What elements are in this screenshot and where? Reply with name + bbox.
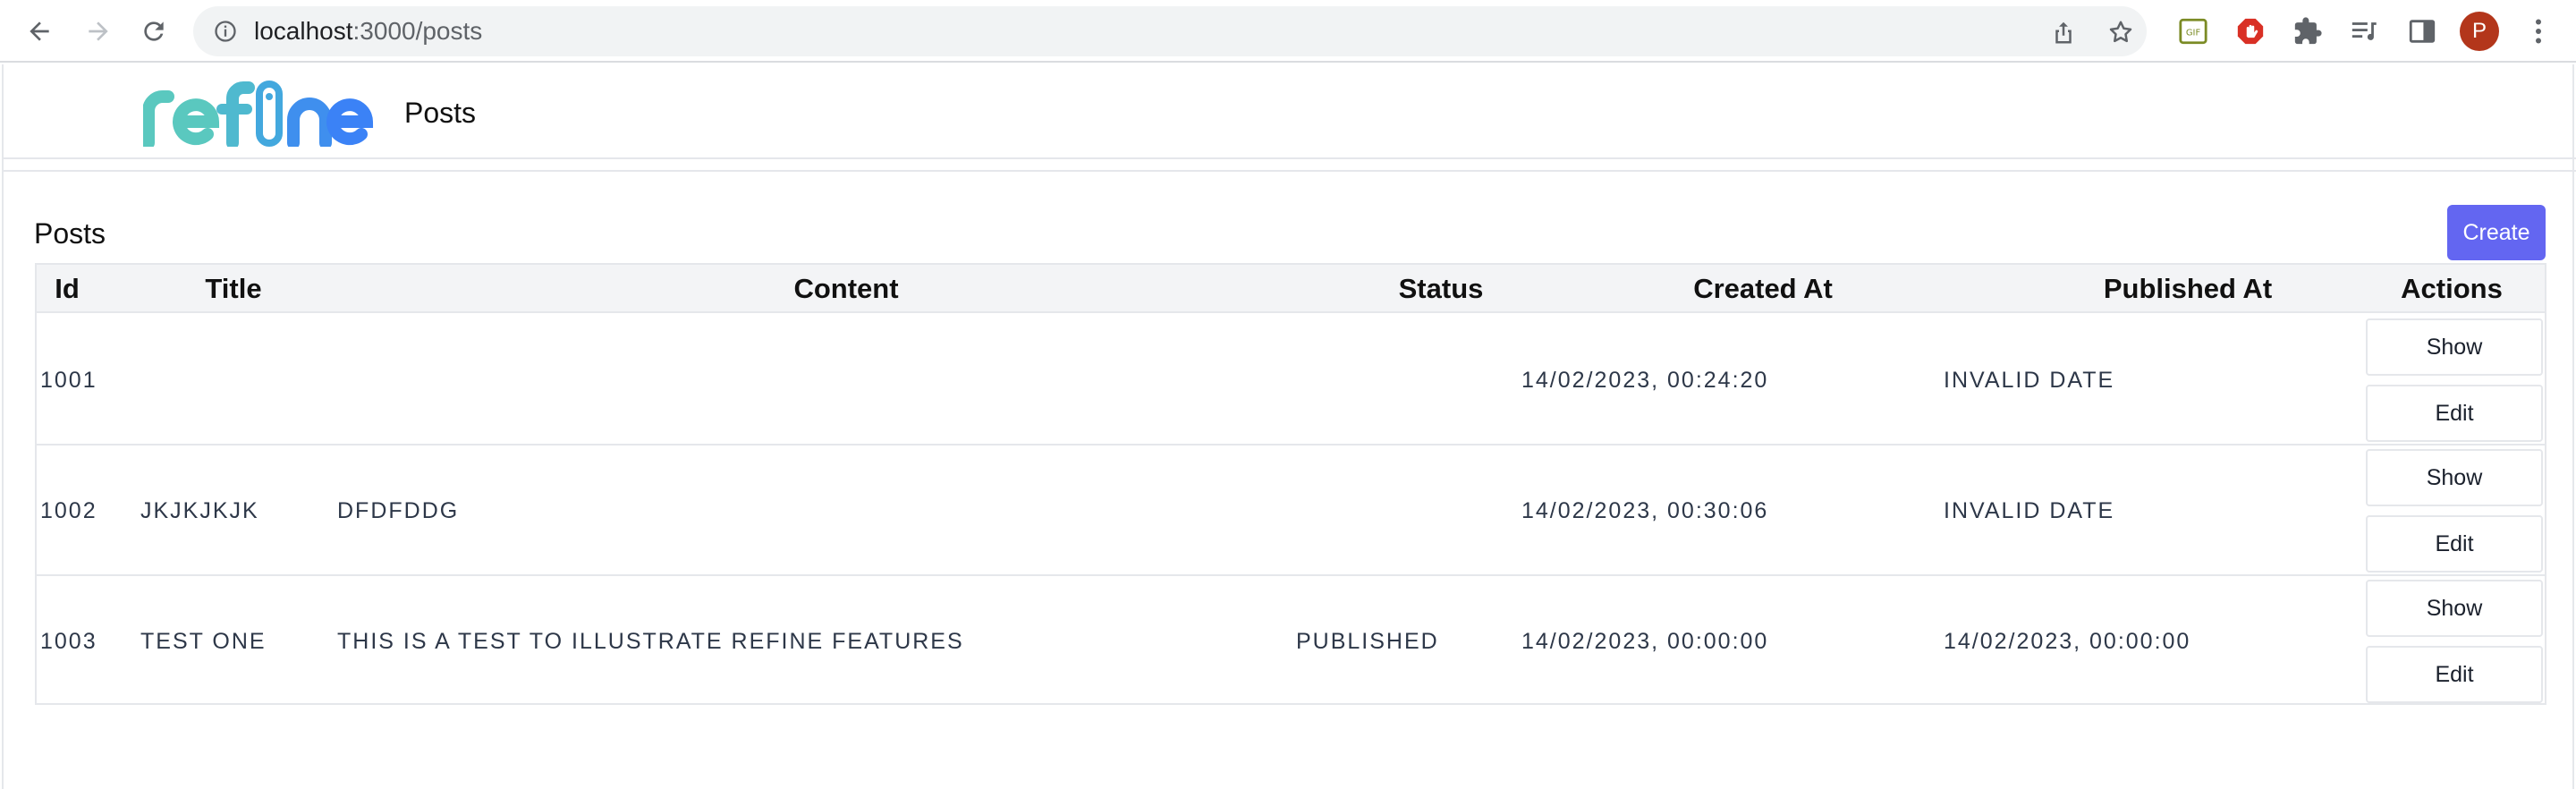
create-button[interactable]: Create [2447, 205, 2546, 260]
reload-icon[interactable] [136, 13, 172, 49]
address-bar[interactable]: localhost:3000/posts [193, 6, 2147, 56]
app-frame: Posts Posts Create Id Title Content Stat… [2, 64, 2576, 789]
show-button[interactable]: Show [2366, 449, 2543, 506]
column-header-id: Id [55, 273, 80, 304]
side-panel-icon[interactable] [2406, 15, 2438, 47]
cell-created-at: 14/02/2023, 00:30:06 [1521, 498, 1769, 523]
cell-created-at: 14/02/2023, 00:24:20 [1521, 368, 1769, 393]
column-header-created-at: Created At [1693, 273, 1833, 304]
table-row: 1001 14/02/2023, 00:24:20 INVALID DATE S… [37, 315, 2545, 445]
media-control-icon[interactable] [2349, 15, 2381, 47]
cell-published-at: INVALID DATE [1944, 368, 2115, 393]
column-header-content: Content [793, 273, 899, 304]
list-title: Posts [34, 217, 106, 250]
url-host: localhost [254, 17, 353, 45]
table-header: Id Title Content Status Created At Publi… [37, 265, 2545, 313]
star-icon[interactable] [2107, 19, 2134, 46]
column-header-actions: Actions [2401, 273, 2503, 304]
edit-button[interactable]: Edit [2366, 515, 2543, 573]
cell-published-at: INVALID DATE [1944, 498, 2115, 523]
browser-toolbar: localhost:3000/posts GIF P [0, 0, 2576, 63]
column-header-status: Status [1398, 273, 1484, 304]
cell-id: 1002 [40, 498, 97, 523]
share-icon[interactable] [2050, 19, 2077, 46]
app-header: Posts [4, 64, 2576, 159]
edit-button[interactable]: Edit [2366, 385, 2543, 442]
page-title: Posts [404, 97, 477, 129]
back-arrow-icon[interactable] [21, 13, 57, 49]
column-header-published-at: Published At [2103, 273, 2273, 304]
cell-created-at: 14/02/2023, 00:00:00 [1521, 629, 1769, 654]
profile-avatar[interactable]: P [2460, 12, 2499, 51]
cell-title: TEST ONE [140, 629, 267, 654]
header-divider [4, 170, 2576, 172]
cell-id: 1003 [40, 629, 97, 654]
url-text: localhost:3000/posts [254, 18, 482, 45]
info-icon[interactable] [213, 19, 238, 44]
gif-extension-icon[interactable]: GIF [2177, 15, 2209, 47]
table-row: 1002 JKJKJKJK DFDFDDG 14/02/2023, 00:30:… [37, 445, 2545, 576]
edit-button[interactable]: Edit [2366, 646, 2543, 703]
cell-status: PUBLISHED [1296, 629, 1439, 654]
url-path: :3000/posts [352, 17, 483, 45]
cell-id: 1001 [40, 368, 97, 393]
table-row: 1003 TEST ONE THIS IS A TEST TO ILLUSTRA… [37, 576, 2545, 707]
app-viewport: Posts Posts Create Id Title Content Stat… [0, 64, 2576, 789]
cell-content: THIS IS A TEST TO ILLUSTRATE REFINE FEAT… [337, 629, 964, 654]
show-button[interactable]: Show [2366, 580, 2543, 637]
posts-table: Id Title Content Status Created At Publi… [35, 263, 2546, 705]
cell-published-at: 14/02/2023, 00:00:00 [1944, 629, 2191, 654]
kebab-menu-icon[interactable] [2522, 15, 2555, 47]
svg-text:GIF: GIF [2186, 28, 2201, 38]
cell-title: JKJKJKJK [140, 498, 259, 523]
cell-content: DFDFDDG [337, 498, 460, 523]
puzzle-icon[interactable] [2292, 15, 2324, 47]
show-button[interactable]: Show [2366, 318, 2543, 376]
refine-logo[interactable] [142, 81, 376, 149]
forward-arrow-icon[interactable] [80, 13, 116, 49]
column-header-title: Title [205, 273, 262, 304]
adblock-icon[interactable] [2234, 15, 2267, 47]
